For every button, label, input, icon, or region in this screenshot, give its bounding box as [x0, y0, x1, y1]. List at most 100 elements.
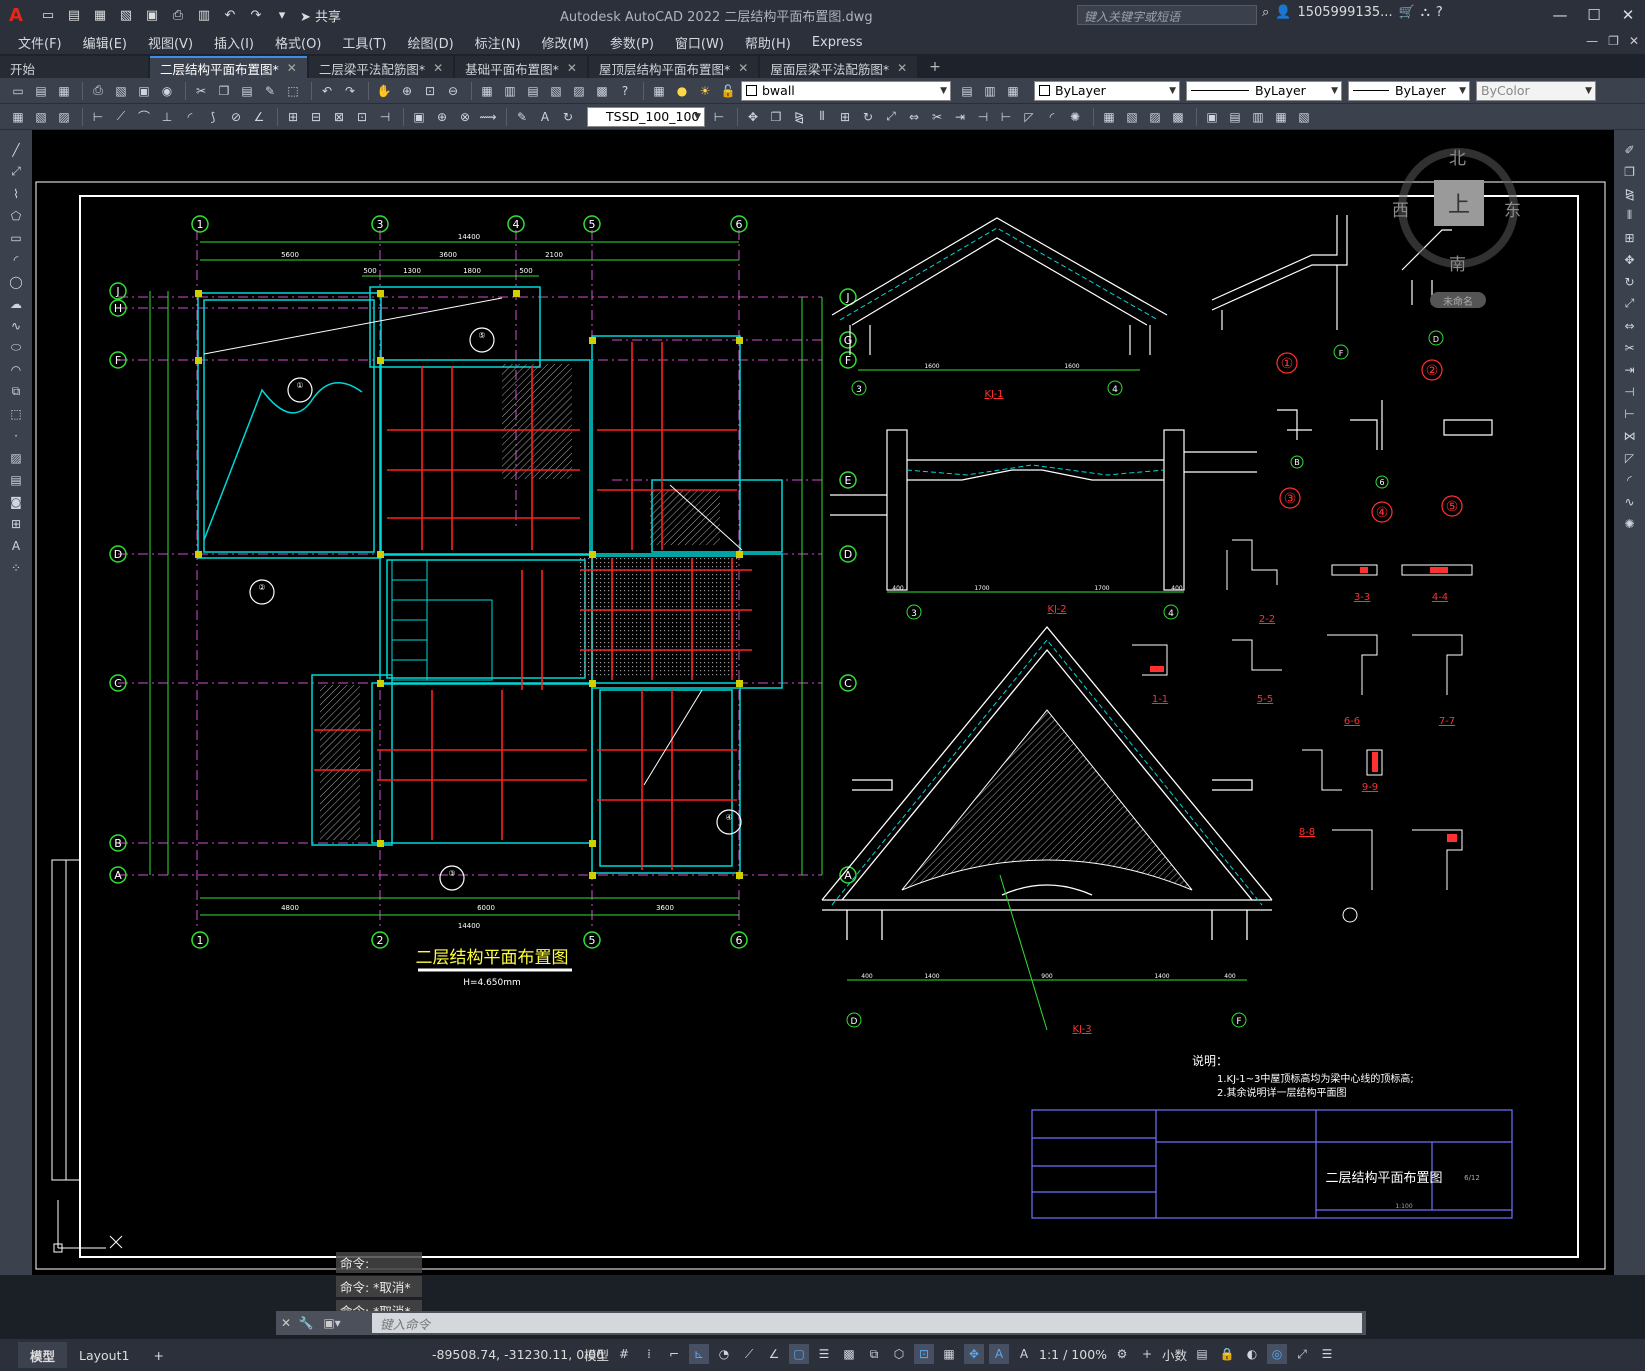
close-icon[interactable]: ✕: [1611, 0, 1645, 30]
doc-minimize-icon[interactable]: —: [1586, 34, 1598, 48]
rectangle-icon[interactable]: ▭: [6, 228, 26, 247]
tab-close-icon[interactable]: ✕: [433, 61, 443, 75]
add-layout-icon[interactable]: +: [141, 1342, 175, 1368]
match-prop-icon[interactable]: ✎: [260, 81, 280, 101]
modify-chamfer-icon[interactable]: ◸: [1019, 107, 1039, 127]
auto-scale-icon[interactable]: A: [1014, 1344, 1034, 1364]
user-name[interactable]: 1505999135...: [1297, 5, 1392, 20]
tssd-text-icon[interactable]: ▧: [31, 107, 51, 127]
tssd-tool4-icon[interactable]: ▩: [1168, 107, 1188, 127]
tssd-layer-icon[interactable]: ▨: [54, 107, 74, 127]
pan-icon[interactable]: ✋: [374, 81, 394, 101]
menu-insert[interactable]: 插入(I): [214, 33, 254, 52]
menu-view[interactable]: 视图(V): [148, 33, 193, 52]
gradient-icon[interactable]: ▤: [6, 470, 26, 489]
selection-filter-icon[interactable]: ▦: [939, 1344, 959, 1364]
dimstyle-dropdown[interactable]: TSSD_100_100 ▼: [587, 106, 705, 127]
open-icon[interactable]: ▤: [31, 81, 51, 101]
revision-cloud-icon[interactable]: ☁: [6, 294, 26, 313]
share-button[interactable]: ➤ 共享: [300, 6, 341, 25]
diameter-dim-icon[interactable]: ⊘: [226, 107, 246, 127]
stretch-icon[interactable]: ⇔: [1620, 316, 1640, 335]
quick-dim-icon[interactable]: ⊞: [283, 107, 303, 127]
tssd-tool5-icon[interactable]: ▣: [1202, 107, 1222, 127]
viewcube-north[interactable]: 北: [1449, 144, 1466, 169]
command-recent-icon[interactable]: ▣▾: [322, 1316, 342, 1330]
menu-parametric[interactable]: 参数(P): [610, 33, 654, 52]
object-snap-tracking-icon[interactable]: ∠: [764, 1344, 784, 1364]
annotation-scale[interactable]: 1:1 / 100%: [1039, 1347, 1107, 1362]
publish-icon[interactable]: ▣: [142, 5, 162, 25]
zoom-realtime-icon[interactable]: ⊕: [397, 81, 417, 101]
tab-close-icon[interactable]: ✕: [287, 61, 297, 75]
erase-icon[interactable]: ✐: [1620, 140, 1640, 159]
tssd-tool2-icon[interactable]: ▧: [1122, 107, 1142, 127]
gizmo-icon[interactable]: ✥: [964, 1344, 985, 1364]
polygon-icon[interactable]: ⬠: [6, 206, 26, 225]
break-at-point-icon[interactable]: ⊣: [1620, 382, 1640, 401]
tssd-tool6-icon[interactable]: ▤: [1225, 107, 1245, 127]
quick-properties-icon[interactable]: ▤: [1192, 1344, 1212, 1364]
construction-line-icon[interactable]: ⤢: [6, 162, 26, 181]
coordinate-readout[interactable]: -89508.74, -31230.11, 0.00: [432, 1347, 604, 1362]
viewcube-west[interactable]: 西: [1392, 196, 1409, 221]
menu-help[interactable]: 帮助(H): [745, 33, 791, 52]
markup-icon[interactable]: ▨: [569, 81, 589, 101]
ellipse-icon[interactable]: ⬭: [6, 338, 26, 357]
dim-break-icon[interactable]: ⊣: [375, 107, 395, 127]
modify-copy-icon[interactable]: ❐: [766, 107, 786, 127]
modify-break-icon[interactable]: ⊣: [973, 107, 993, 127]
viewcube-top-face[interactable]: 上: [1434, 180, 1484, 226]
modify-offset-icon[interactable]: ⫴: [812, 107, 832, 127]
mirror-icon[interactable]: ⧎: [1620, 184, 1640, 203]
save-icon[interactable]: ▦: [90, 5, 110, 25]
line-icon[interactable]: ╱: [6, 140, 26, 159]
modify-trim-icon[interactable]: ✂: [927, 107, 947, 127]
modify-array-icon[interactable]: ⊞: [835, 107, 855, 127]
dynamic-ucs-icon[interactable]: ⊡: [914, 1344, 935, 1364]
annotation-visibility-icon[interactable]: A: [989, 1344, 1010, 1364]
help-icon[interactable]: ?: [1436, 5, 1443, 20]
doc-close-icon[interactable]: ✕: [1629, 34, 1639, 48]
dim-text-edit-icon[interactable]: A: [535, 107, 555, 127]
hatch-icon[interactable]: ▨: [6, 448, 26, 467]
scale-icon[interactable]: ⤢: [1620, 294, 1640, 313]
explode-icon[interactable]: ✺: [1620, 514, 1640, 533]
preview-icon[interactable]: ▧: [111, 81, 131, 101]
menu-dimension[interactable]: 标注(N): [475, 33, 521, 52]
tab-layout1[interactable]: Layout1: [67, 1342, 141, 1368]
3d-print-icon[interactable]: ◉: [157, 81, 177, 101]
mtext-icon[interactable]: A: [6, 536, 26, 555]
customization-icon[interactable]: ☰: [1317, 1344, 1337, 1364]
make-block-icon[interactable]: ⬚: [6, 404, 26, 423]
jogged-linear-icon[interactable]: ⟿: [478, 107, 498, 127]
ordinate-dim-icon[interactable]: ⊥: [157, 107, 177, 127]
redo-icon[interactable]: ↷: [340, 81, 360, 101]
inspect-icon[interactable]: ⊗: [455, 107, 475, 127]
plot-icon[interactable]: ⎙: [168, 5, 188, 25]
dim-style-manager-icon[interactable]: ⊢: [709, 107, 729, 127]
ellipse-arc-icon[interactable]: ◠: [6, 360, 26, 379]
isodraft-icon[interactable]: ⟋: [739, 1344, 759, 1364]
rotate-icon[interactable]: ↻: [1620, 272, 1640, 291]
doc-restore-icon[interactable]: ❐: [1608, 34, 1619, 48]
layer-dropdown[interactable]: bwall ▼: [741, 80, 951, 101]
save-as-icon[interactable]: ▧: [116, 5, 136, 25]
customize-dropdown-icon[interactable]: ▾: [272, 5, 292, 25]
lineweight-icon[interactable]: ☰: [814, 1344, 834, 1364]
copy-object-icon[interactable]: ❐: [1620, 162, 1640, 181]
layer-bulb-icon[interactable]: ●: [672, 81, 692, 101]
menu-format[interactable]: 格式(O): [275, 33, 321, 52]
modify-extend-icon[interactable]: ⇥: [950, 107, 970, 127]
undo-icon[interactable]: ↶: [220, 5, 240, 25]
tab-drawing-1[interactable]: 二层结构平面布置图* ✕: [150, 56, 307, 78]
dim-space-icon[interactable]: ⊡: [352, 107, 372, 127]
modify-move-icon[interactable]: ✥: [743, 107, 763, 127]
radius-dim-icon[interactable]: ◜: [180, 107, 200, 127]
chamfer-icon[interactable]: ◸: [1620, 448, 1640, 467]
autodesk-app-icon[interactable]: ⛬: [1421, 5, 1430, 20]
save-icon[interactable]: ▦: [54, 81, 74, 101]
continue-dim-icon[interactable]: ⊠: [329, 107, 349, 127]
properties-icon[interactable]: ▦: [477, 81, 497, 101]
paste-icon[interactable]: ▤: [237, 81, 257, 101]
